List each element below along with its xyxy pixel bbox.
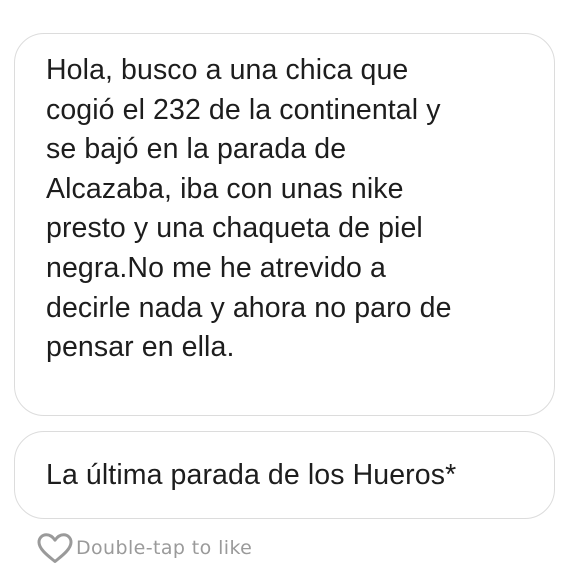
message-line: se bajó en la parada de xyxy=(46,133,347,166)
double-tap-to-like-label: Double-tap to like xyxy=(76,537,253,559)
message-line: pensar en ella. xyxy=(46,331,235,364)
reply-bubble[interactable]: La última parada de los Hueros* xyxy=(14,431,555,519)
message-bubble[interactable]: Hola, busco a una chica que cogió el 232… xyxy=(14,33,555,416)
message-line: cogió el 232 de la continental y xyxy=(46,93,441,126)
message-line: presto y una chaqueta de piel xyxy=(46,212,423,245)
message-line: decirle nada y ahora no paro de xyxy=(46,291,452,324)
message-line: Alcazaba, iba con unas nike xyxy=(46,172,404,205)
heart-outline-icon[interactable] xyxy=(36,532,74,564)
message-line: Hola, busco a una chica que xyxy=(46,54,409,86)
like-row[interactable]: Double-tap to like xyxy=(36,531,252,565)
reply-text: La última parada de los Hueros* xyxy=(46,459,457,491)
message-line: negra.No me he atrevido a xyxy=(46,251,386,284)
